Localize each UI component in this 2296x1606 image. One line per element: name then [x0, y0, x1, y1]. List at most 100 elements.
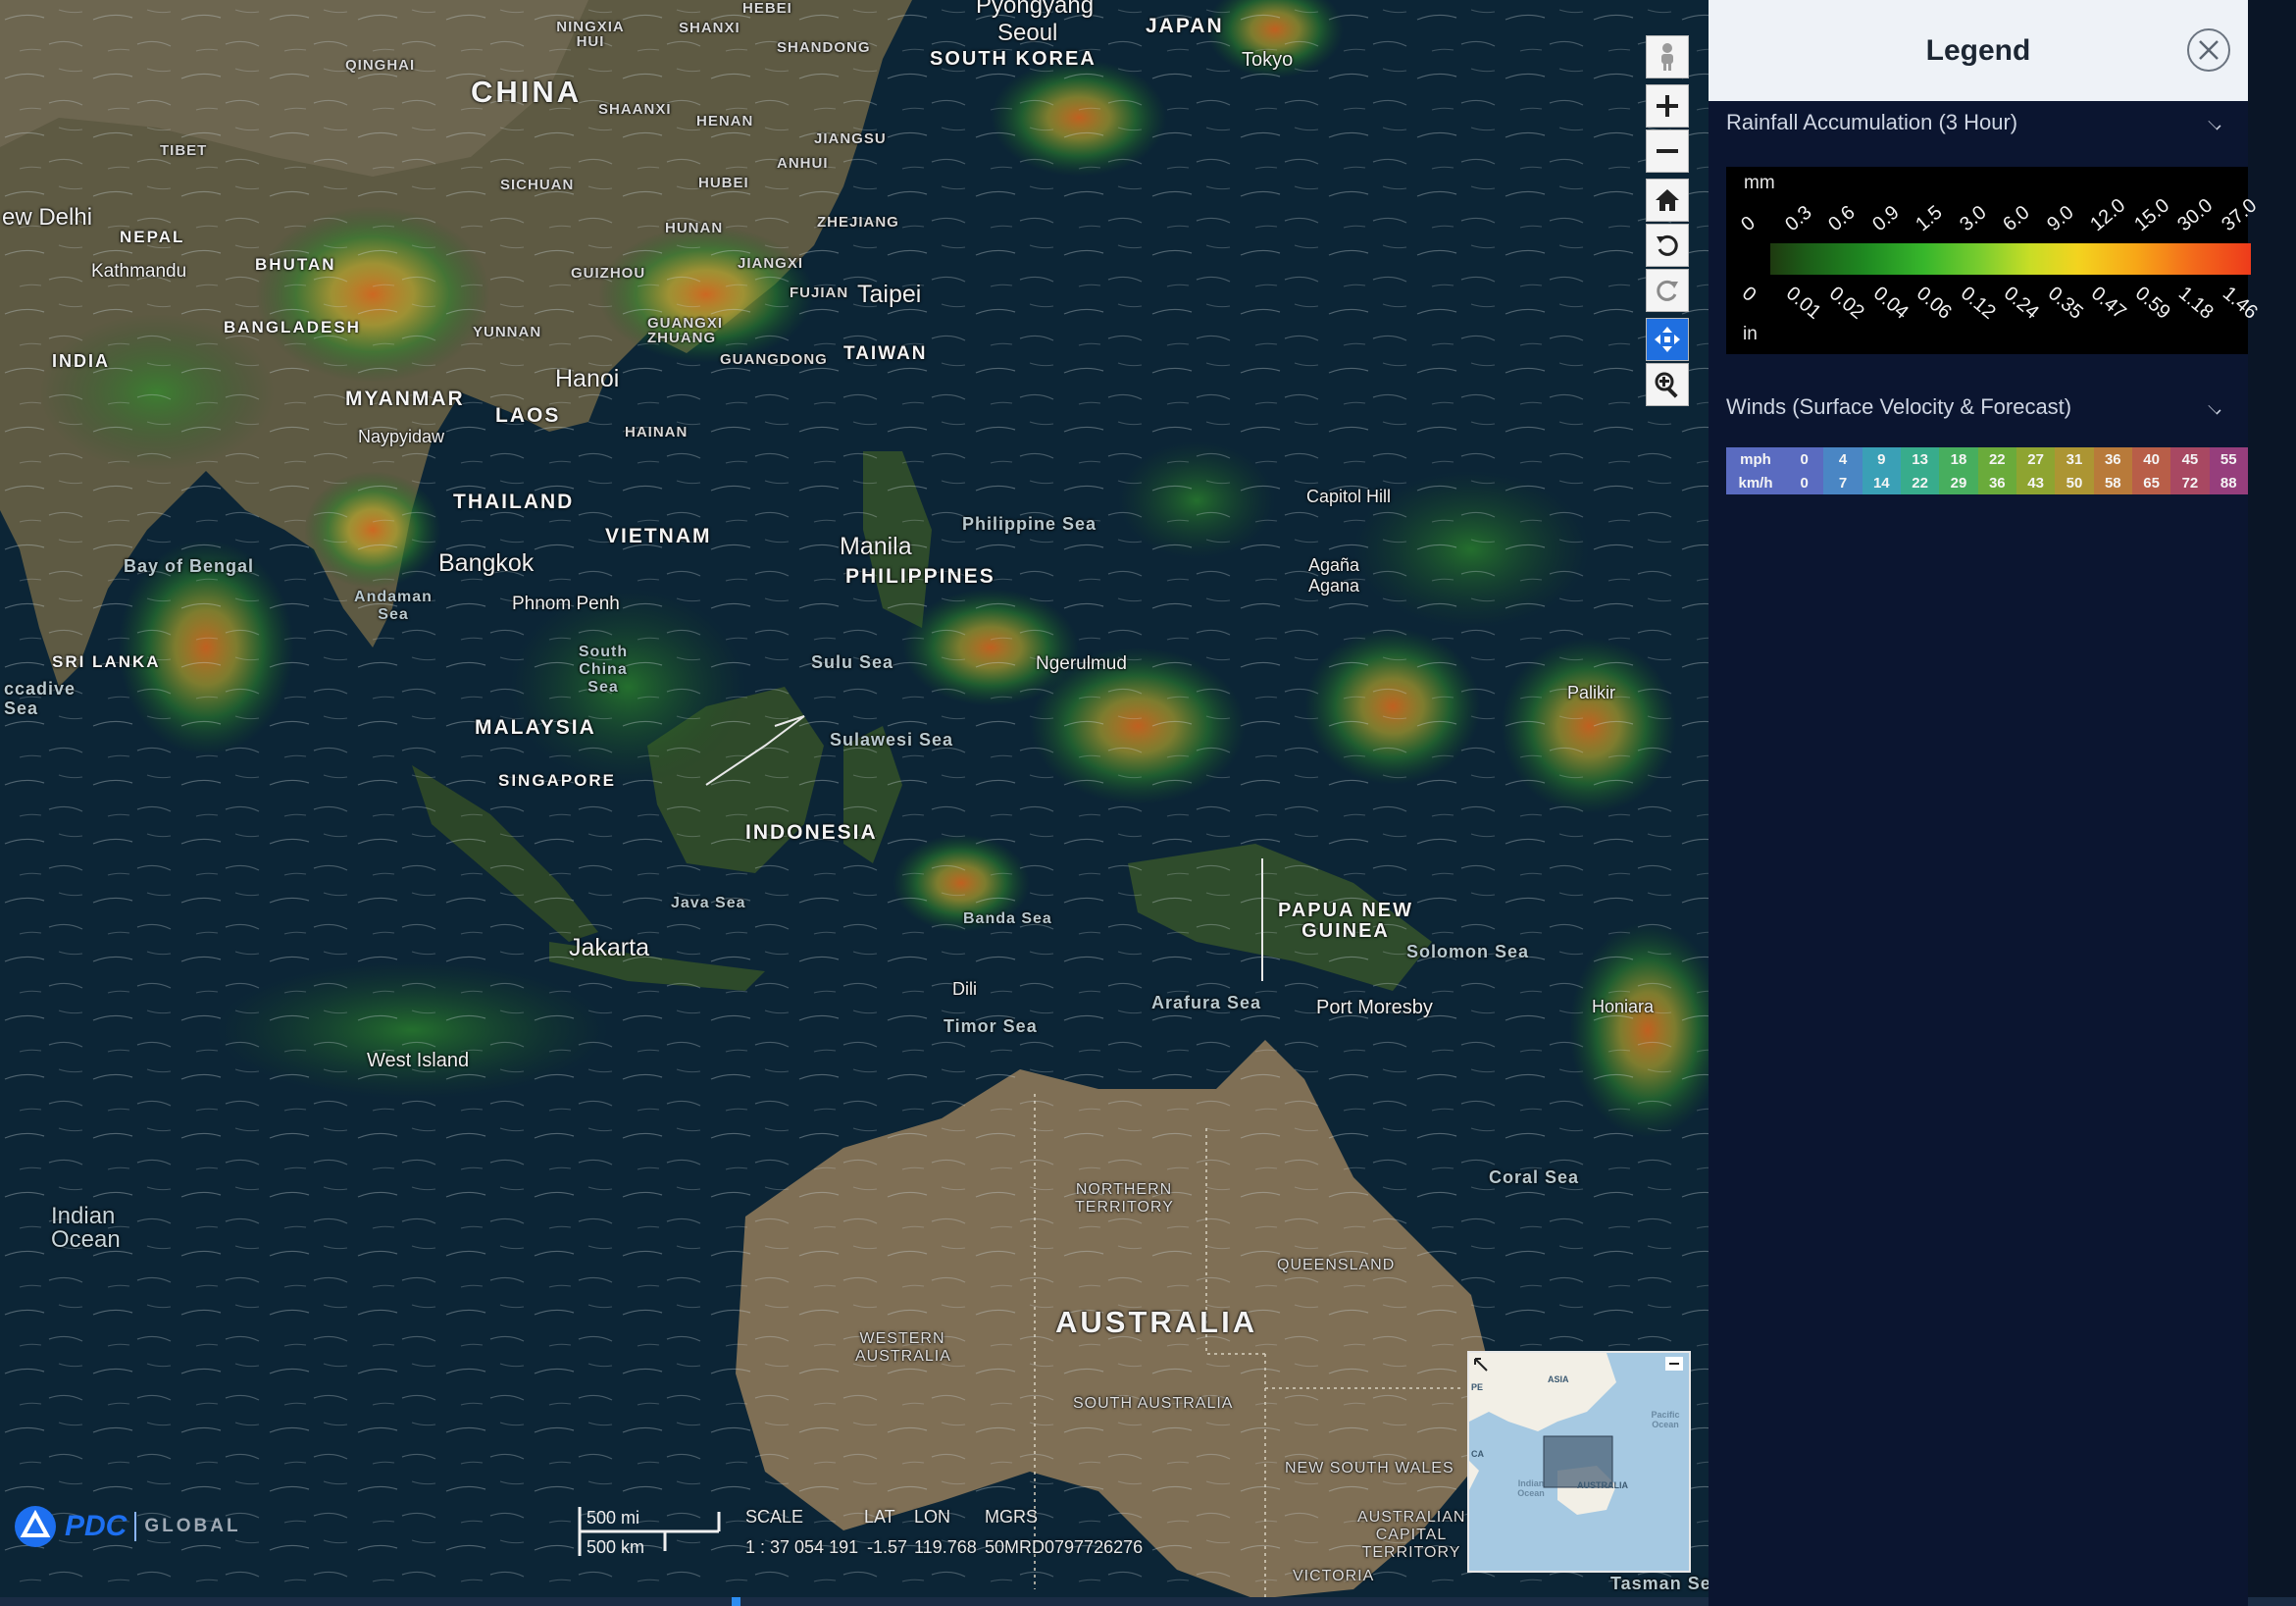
rotate-left-icon — [1657, 234, 1678, 256]
winds-kmh-cell: 58 — [2093, 471, 2132, 494]
winds-mph-cell: 45 — [2170, 447, 2210, 471]
home-icon — [1656, 189, 1679, 211]
rainfall-in-tick: 0.12 — [1956, 283, 2000, 324]
pdc-logo: PDC GLOBAL — [14, 1505, 241, 1548]
winds-mph-cell: 9 — [1862, 447, 1901, 471]
winds-mph-cell: 0 — [1785, 447, 1824, 471]
winds-mph-cell: 27 — [2015, 447, 2056, 471]
winds-section-header[interactable]: Winds (Surface Velocity & Forecast) — [1726, 394, 2232, 430]
winds-kmh-cell: 43 — [2015, 471, 2056, 494]
rainfall-mm-tick: 30.0 — [2173, 194, 2218, 236]
overview-label: Indian Ocean — [1517, 1478, 1545, 1498]
winds-mph-cell: 31 — [2055, 447, 2094, 471]
winds-mph-cell: 18 — [1939, 447, 1978, 471]
rainfall-in-tick: 0.01 — [1781, 283, 1825, 324]
logo-brand: PDC — [65, 1510, 128, 1542]
scale-value: 1 : 37 054 191 — [745, 1537, 859, 1557]
rainfall-mm-tick: 1.5 — [1912, 201, 1947, 236]
pdc-triangle-icon — [15, 1506, 56, 1547]
lon-label: LON — [914, 1507, 951, 1527]
rainfall-mm-tick: 0.3 — [1780, 201, 1816, 236]
chevron-down-icon — [2208, 117, 2221, 130]
winds-kmh-label: km/h — [1726, 471, 1785, 494]
overview-map[interactable]: ASIA Pacific Ocean Indian Ocean AUSTRALI… — [1467, 1351, 1691, 1573]
pegman-icon — [1661, 43, 1673, 71]
close-icon — [2199, 40, 2219, 60]
logo-divider — [134, 1512, 137, 1541]
lon-value: 119.768 — [914, 1537, 977, 1557]
rainfall-mm-tick: 15.0 — [2129, 194, 2173, 236]
rainfall-section-header[interactable]: Rainfall Accumulation (3 Hour) — [1726, 110, 2232, 145]
overview-label: CA — [1471, 1449, 1484, 1459]
rainfall-in-tick: 0.04 — [1868, 283, 1913, 324]
winds-kmh-cell: 65 — [2131, 471, 2171, 494]
winds-mph-label: mph — [1726, 447, 1785, 471]
legend-close-button[interactable] — [2187, 28, 2230, 72]
rainfall-section-title: Rainfall Accumulation (3 Hour) — [1726, 110, 2018, 134]
rainfall-in-tick: 0.59 — [2130, 283, 2174, 324]
map-background — [0, 0, 1709, 1599]
rotate-left-button[interactable] — [1646, 224, 1689, 267]
rotate-right-button[interactable] — [1646, 269, 1689, 312]
rainfall-unit-in: in — [1743, 324, 1758, 344]
scale-label: SCALE — [745, 1507, 804, 1527]
rainfall-mm-tick: 3.0 — [1955, 201, 1991, 236]
winds-kmh-cell: 29 — [1939, 471, 1978, 494]
winds-kmh-cell: 7 — [1823, 471, 1862, 494]
lat-value: -1.57 — [867, 1537, 908, 1557]
overview-label: AUSTRALIA — [1577, 1480, 1628, 1490]
overview-label: ASIA — [1548, 1374, 1569, 1384]
rainfall-in-tick: 1.18 — [2173, 283, 2218, 324]
rainfall-in-tick: 0.47 — [2086, 283, 2130, 324]
mgrs-label: MGRS — [985, 1507, 1038, 1527]
winds-kmh-cell: 22 — [1900, 471, 1940, 494]
overview-map-graphic — [1469, 1353, 1683, 1515]
scale-miles: 500 mi — [587, 1508, 640, 1528]
winds-kmh-row: km/h 0 7 14 22 29 36 43 50 58 65 72 88 — [1726, 471, 2248, 494]
scale-km: 500 km — [587, 1537, 645, 1557]
zoom-in-button[interactable] — [1646, 84, 1689, 128]
rainfall-in-tick: 0.24 — [1999, 283, 2043, 324]
zoom-in-icon — [1657, 95, 1678, 117]
zoom-out-icon — [1657, 149, 1678, 153]
zoom-region-icon — [1655, 372, 1678, 398]
rainfall-mm-tick: 12.0 — [2086, 194, 2130, 236]
legend-panel: Legend Rainfall Accumulation (3 Hour) mm… — [1709, 0, 2261, 1606]
pan-icon — [1655, 327, 1680, 352]
home-button[interactable] — [1646, 179, 1689, 222]
rainfall-in-tick: 0.06 — [1912, 283, 1956, 324]
winds-legend-table: mph 0 4 9 13 18 22 27 31 36 40 45 55 km/h 0 7 14 22 29 3… — [1726, 447, 2248, 494]
map-toolbar — [1646, 35, 1689, 408]
winds-mph-cell: 36 — [2093, 447, 2132, 471]
rainfall-color-bar — [1770, 243, 2251, 275]
rainfall-mm-tick: 0.6 — [1824, 201, 1860, 236]
overview-label: Pacific Ocean — [1651, 1410, 1680, 1429]
rainfall-in-tick: 1.46 — [2218, 283, 2262, 324]
winds-kmh-cell: 14 — [1862, 471, 1901, 494]
legend-header: Legend — [1709, 0, 2248, 101]
rainfall-in-tick: 0 — [1737, 283, 1760, 307]
pegman-button[interactable] — [1646, 35, 1689, 78]
winds-kmh-cell: 50 — [2055, 471, 2094, 494]
scale-bar: 500 mi 500 km — [577, 1507, 724, 1557]
zoom-out-button[interactable] — [1646, 130, 1689, 173]
lat-label: LAT — [864, 1507, 895, 1527]
winds-mph-cell: 40 — [2131, 447, 2171, 471]
winds-mph-cell: 4 — [1823, 447, 1862, 471]
rainfall-mm-tick: 6.0 — [1999, 201, 2034, 236]
rainfall-in-tick: 0.35 — [2043, 283, 2087, 324]
logo-suffix: GLOBAL — [144, 1516, 241, 1536]
zoom-region-button[interactable] — [1646, 363, 1689, 406]
map-view[interactable]: CHINA INDIA NEPAL BHUTAN BANGLADESH MYAN… — [0, 0, 1709, 1599]
timeline-marker[interactable] — [732, 1597, 740, 1606]
winds-section-title: Winds (Surface Velocity & Forecast) — [1726, 394, 2072, 419]
winds-kmh-cell: 88 — [2209, 471, 2248, 494]
rainfall-mm-tick: 0 — [1737, 212, 1760, 236]
legend-title: Legend — [1925, 33, 2031, 67]
pan-button[interactable] — [1646, 318, 1689, 361]
rotate-right-icon — [1657, 280, 1678, 301]
winds-mph-cell: 13 — [1900, 447, 1940, 471]
overview-label: PE — [1471, 1382, 1484, 1392]
rainfall-mm-tick: 0.9 — [1867, 201, 1904, 236]
chevron-down-icon — [2208, 401, 2221, 415]
